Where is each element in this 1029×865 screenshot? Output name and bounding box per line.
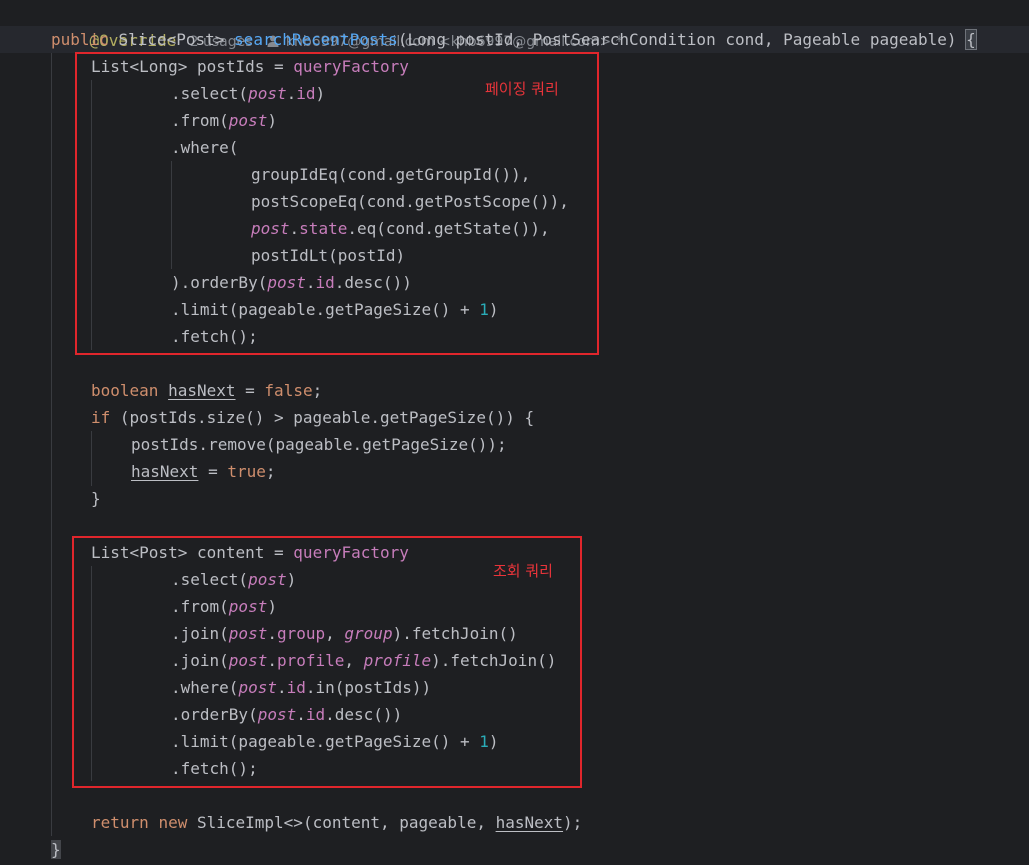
method-signature: public Slice<Post> searchRecentPosts(Lon… (51, 26, 977, 53)
code-line: hasNext = true; (131, 462, 276, 481)
method-params: (Long postId, PostSearchCondition cond, … (397, 30, 957, 49)
code-line: postIds.remove(pageable.getPageSize()); (131, 435, 507, 454)
indent-guide (91, 431, 92, 486)
method-header: @Override 2 usages khb6997@gmail.com <kh… (51, 0, 623, 50)
open-brace-caret[interactable]: { (965, 29, 977, 50)
keyword-public: public (51, 30, 109, 49)
code-line: return new SliceImpl<>(content, pageable… (91, 813, 583, 832)
fetch-query-label: 조회 쿼리 (493, 562, 553, 580)
return-type: Slice<Post> (118, 30, 225, 49)
paging-query-label: 페이징 쿼리 (485, 80, 559, 98)
closing-brace: } (51, 840, 61, 859)
code-line: boolean hasNext = false; (91, 381, 323, 400)
indent-guide (51, 53, 52, 836)
method-name[interactable]: searchRecentPosts (234, 30, 398, 49)
code-line: if (postIds.size() > pageable.getPageSiz… (91, 408, 535, 427)
code-line: } (91, 489, 101, 508)
code-editor[interactable]: @Override 2 usages khb6997@gmail.com <kh… (0, 0, 1029, 865)
